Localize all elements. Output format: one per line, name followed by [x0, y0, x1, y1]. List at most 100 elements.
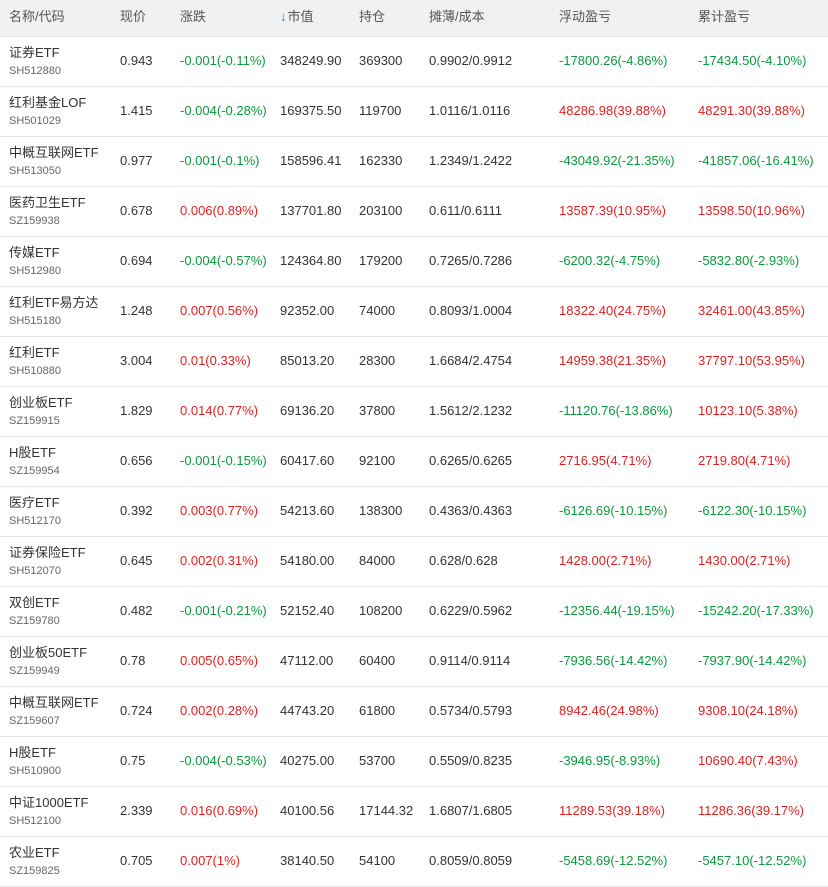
change-cell: -0.004(-0.28%)	[180, 103, 267, 118]
fund-code: SZ159949	[9, 665, 60, 677]
market-value-cell: 60417.60	[280, 453, 335, 468]
table-row[interactable]: 创业板50ETF SZ159949 0.78 0.005(0.65%) 47112.00…	[0, 637, 828, 687]
table-row[interactable]: 创业板ETF SZ159915 1.829 0.014(0.77%) 69136.20 3…	[0, 387, 828, 437]
float-pnl-cell: 14959.38(21.35%)	[559, 353, 666, 368]
market-value-cell: 137701.80	[280, 203, 342, 218]
float-pnl-cell: -17800.26(-4.86%)	[559, 53, 668, 68]
position-cell: 53700	[359, 753, 396, 768]
fund-code: SZ159825	[9, 865, 60, 877]
fund-name[interactable]: 中概互联网ETF	[9, 142, 99, 161]
header-price[interactable]: 现价	[120, 6, 146, 25]
fund-name[interactable]: 证券ETF	[9, 42, 60, 61]
fund-code: SH512100	[9, 815, 61, 827]
price-cell: 0.694	[120, 253, 153, 268]
cum-pnl-cell: -5832.80(-2.93%)	[698, 253, 800, 268]
float-pnl-cell: 18322.40(24.75%)	[559, 303, 666, 318]
header-market-value[interactable]: ↓市值	[280, 6, 314, 25]
table-row[interactable]: 双创ETF SZ159780 0.482 -0.001(-0.21%) 52152.40…	[0, 587, 828, 637]
cum-pnl-cell: -15242.20(-17.33%)	[698, 603, 814, 618]
fund-name[interactable]: 证券保险ETF	[9, 542, 86, 561]
change-cell: -0.004(-0.57%)	[180, 253, 267, 268]
table-row[interactable]: 红利ETF SH510880 3.004 0.01(0.33%) 85013.20 283…	[0, 337, 828, 387]
header-change[interactable]: 涨跌	[180, 6, 206, 25]
cum-pnl-cell: 2719.80(4.71%)	[698, 453, 791, 468]
fund-name[interactable]: 医药卫生ETF	[9, 192, 86, 211]
table-row[interactable]: 中概互联网ETF SH513050 0.977 -0.001(-0.1%) 158596…	[0, 137, 828, 187]
fund-name[interactable]: H股ETF	[9, 442, 56, 461]
table-row[interactable]: 证券保险ETF SH512070 0.645 0.002(0.31%) 54180.00…	[0, 537, 828, 587]
table-row[interactable]: 医疗ETF SH512170 0.392 0.003(0.77%) 54213.60 13…	[0, 487, 828, 537]
position-cell: 162330	[359, 153, 403, 168]
fund-name[interactable]: 中证1000ETF	[9, 792, 88, 811]
cost-cell: 0.8059/0.8059	[429, 853, 513, 868]
cost-cell: 0.6229/0.5962	[429, 603, 513, 618]
sort-down-arrow-icon: ↓	[280, 9, 287, 24]
market-value-cell: 124364.80	[280, 253, 342, 268]
position-cell: 74000	[359, 303, 396, 318]
table-row[interactable]: 证券ETF SH512880 0.943 -0.001(-0.11%) 348249.9…	[0, 37, 828, 87]
cost-cell: 0.5509/0.8235	[429, 753, 513, 768]
fund-name[interactable]: 红利基金LOF	[9, 92, 86, 111]
float-pnl-cell: -11120.76(-13.86%)	[559, 403, 673, 418]
float-pnl-cell: 48286.98(39.88%)	[559, 103, 666, 118]
header-name-code[interactable]: 名称/代码	[9, 6, 65, 25]
fund-name[interactable]: 农业ETF	[9, 842, 60, 861]
fund-name[interactable]: 创业板50ETF	[9, 642, 87, 661]
fund-name[interactable]: 红利ETF	[9, 342, 60, 361]
change-cell: 0.002(0.31%)	[180, 553, 259, 568]
market-value-cell: 38140.50	[280, 853, 335, 868]
fund-code: SH510900	[9, 765, 61, 777]
cost-cell: 1.6807/1.6805	[429, 803, 513, 818]
table-row[interactable]: 传媒ETF SH512980 0.694 -0.004(-0.57%) 124364.8…	[0, 237, 828, 287]
cum-pnl-cell: -5457.10(-12.52%)	[698, 853, 807, 868]
market-value-cell: 348249.90	[280, 53, 342, 68]
cost-cell: 0.9902/0.9912	[429, 53, 513, 68]
change-cell: 0.002(0.28%)	[180, 703, 259, 718]
table-row[interactable]: 红利基金LOF SH501029 1.415 -0.004(-0.28%) 169375…	[0, 87, 828, 137]
header-position[interactable]: 持仓	[359, 6, 385, 25]
fund-name[interactable]: 医疗ETF	[9, 492, 60, 511]
fund-name[interactable]: 中概互联网ETF	[9, 692, 99, 711]
table-row[interactable]: 中概互联网ETF SZ159607 0.724 0.002(0.28%) 44743.2…	[0, 687, 828, 737]
change-cell: -0.004(-0.53%)	[180, 753, 267, 768]
fund-name[interactable]: 双创ETF	[9, 592, 60, 611]
cum-pnl-cell: 32461.00(43.85%)	[698, 303, 805, 318]
table-row[interactable]: 中证1000ETF SH512100 2.339 0.016(0.69%) 40100.…	[0, 787, 828, 837]
fund-code: SH512880	[9, 65, 61, 77]
position-cell: 84000	[359, 553, 396, 568]
cum-pnl-cell: -7937.90(-14.42%)	[698, 653, 807, 668]
table-row[interactable]: 医药卫生ETF SZ159938 0.678 0.006(0.89%) 137701.8…	[0, 187, 828, 237]
price-cell: 0.943	[120, 53, 153, 68]
position-cell: 119700	[359, 103, 402, 118]
fund-name[interactable]: 创业板ETF	[9, 392, 73, 411]
table-row[interactable]: 农业ETF SZ159825 0.705 0.007(1%) 38140.50 54100…	[0, 837, 828, 887]
float-pnl-cell: 11289.53(39.18%)	[559, 803, 666, 818]
fund-name[interactable]: 传媒ETF	[9, 242, 60, 261]
cost-cell: 1.0116/1.0116	[429, 103, 511, 118]
change-cell: 0.007(0.56%)	[180, 303, 259, 318]
cost-cell: 1.2349/1.2422	[429, 153, 513, 168]
fund-code: SZ159938	[9, 215, 60, 227]
position-cell: 28300	[359, 353, 396, 368]
price-cell: 0.705	[120, 853, 153, 868]
fund-code: SH512070	[9, 565, 61, 577]
float-pnl-cell: -5458.69(-12.52%)	[559, 853, 668, 868]
cost-cell: 0.5734/0.5793	[429, 703, 513, 718]
table-row[interactable]: 红利ETF易方达 SH515180 1.248 0.007(0.56%) 92352.0…	[0, 287, 828, 337]
market-value-cell: 52152.40	[280, 603, 335, 618]
cum-pnl-cell: 9308.10(24.18%)	[698, 703, 798, 718]
cum-pnl-cell: 48291.30(39.88%)	[698, 103, 805, 118]
cum-pnl-cell: 10123.10(5.38%)	[698, 403, 798, 418]
header-float-pnl[interactable]: 浮动盈亏	[559, 6, 611, 25]
header-cost[interactable]: 摊薄/成本	[429, 6, 485, 25]
table-row[interactable]: H股ETF SZ159954 0.656 -0.001(-0.15%) 60417.60…	[0, 437, 828, 487]
price-cell: 0.678	[120, 203, 153, 218]
header-cum-pnl[interactable]: 累计盈亏	[698, 6, 750, 25]
fund-name[interactable]: H股ETF	[9, 742, 56, 761]
cum-pnl-cell: 11286.36(39.17%)	[698, 803, 805, 818]
position-cell: 369300	[359, 53, 403, 68]
fund-name[interactable]: 红利ETF易方达	[9, 292, 99, 311]
position-cell: 54100	[359, 853, 396, 868]
table-row[interactable]: H股ETF SH510900 0.75 -0.004(-0.53%) 40275.00 5…	[0, 737, 828, 787]
cost-cell: 0.4363/0.4363	[429, 503, 513, 518]
